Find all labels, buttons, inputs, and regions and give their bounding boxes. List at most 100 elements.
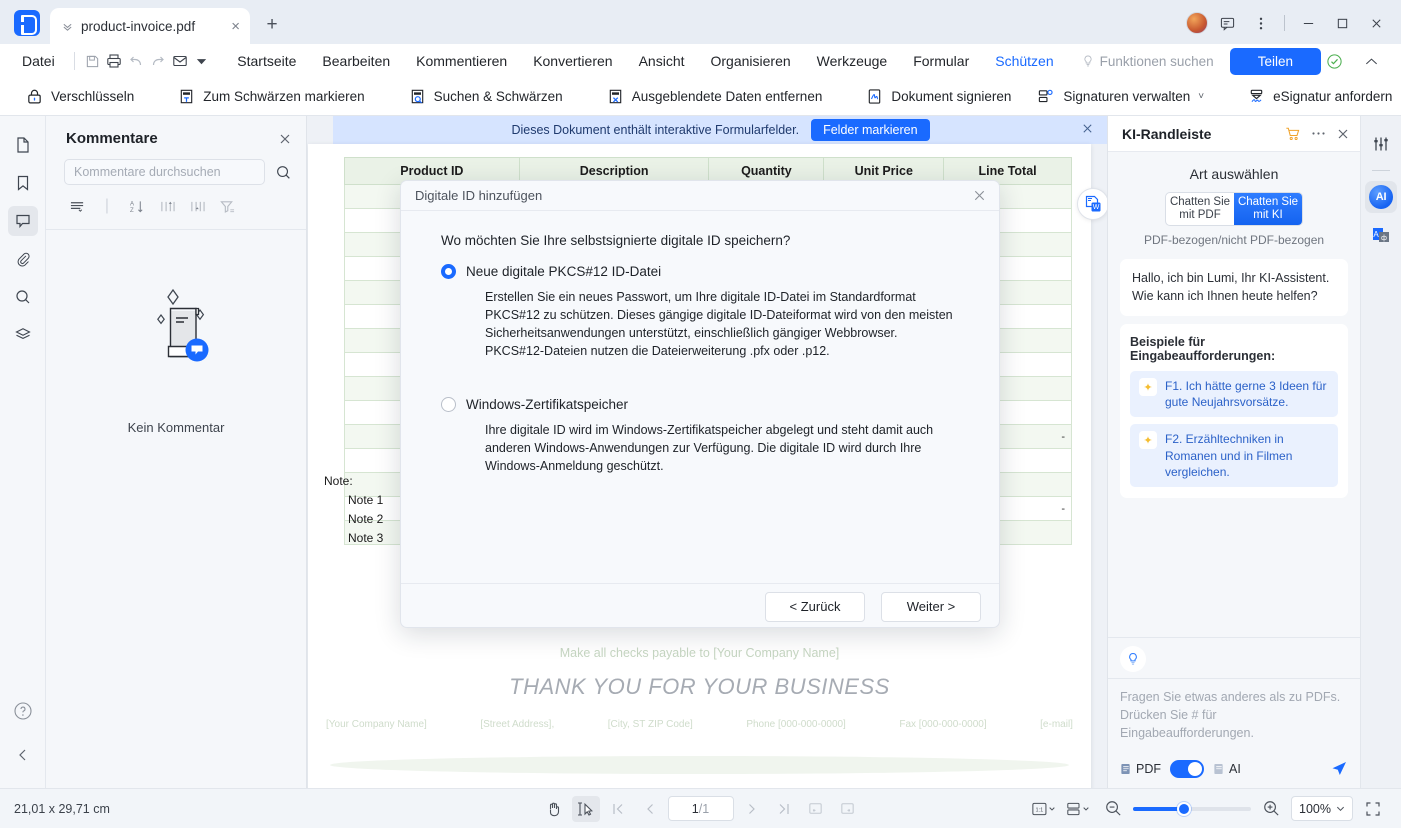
cloud-check-icon[interactable] xyxy=(1321,49,1348,73)
thumbnails-icon[interactable] xyxy=(8,130,38,160)
zoom-in-icon[interactable] xyxy=(1257,796,1285,822)
list-view-icon[interactable] xyxy=(64,195,90,217)
next-page-icon[interactable] xyxy=(738,796,766,822)
chip-pdf[interactable]: PDF xyxy=(1120,762,1161,776)
highlight-fields-button[interactable]: Felder markieren xyxy=(811,119,930,141)
menu-item-schuetzen[interactable]: Schützen xyxy=(982,48,1066,80)
ribbon-esignatur-anfordern[interactable]: eSignatur anfordern xyxy=(1236,83,1401,110)
sidebar-item-comments[interactable] xyxy=(7,206,38,236)
ribbon-dokument-signieren[interactable]: Dokument signieren xyxy=(854,83,1023,110)
page-number-input[interactable]: 1/1 xyxy=(667,796,734,821)
comments-close-icon[interactable] xyxy=(278,132,292,146)
maximize-icon[interactable] xyxy=(1327,10,1357,36)
page-layout-icon[interactable]: 1:1 xyxy=(1031,796,1059,822)
menu-item-startseite[interactable]: Startseite xyxy=(224,48,309,74)
menu-item-werkzeuge[interactable]: Werkzeuge xyxy=(804,48,901,74)
share-button[interactable]: Teilen xyxy=(1229,47,1321,75)
search-icon[interactable] xyxy=(275,164,292,181)
help-icon[interactable] xyxy=(8,696,38,726)
zoom-level-select[interactable]: 100% xyxy=(1291,796,1353,821)
fit-page-icon[interactable] xyxy=(802,796,830,822)
viewer-collapse-arrow[interactable] xyxy=(300,450,314,496)
close-icon[interactable] xyxy=(1361,10,1391,36)
dialog-close-icon[interactable] xyxy=(972,188,987,203)
chevron-down-icon[interactable] xyxy=(62,21,73,32)
feature-search[interactable]: Funktionen suchen xyxy=(1081,54,1214,69)
ai-assistant-icon[interactable]: AI xyxy=(1365,181,1397,213)
collapse-ribbon-icon[interactable] xyxy=(1358,49,1385,73)
select-tool-icon[interactable] xyxy=(571,795,600,822)
ribbon-verschluesseln[interactable]: Verschlüsseln xyxy=(14,83,146,110)
zoom-slider-knob[interactable] xyxy=(1177,801,1191,816)
avatar[interactable] xyxy=(1186,12,1208,34)
ribbon-suchen-schwaerzen[interactable]: Suchen & Schwärzen xyxy=(397,83,575,110)
zoom-slider[interactable] xyxy=(1133,801,1251,816)
menu-file[interactable]: Datei xyxy=(10,53,67,69)
radio-windows-cert-store[interactable] xyxy=(441,396,456,412)
ribbon-ausgeblendete-daten-entfernen[interactable]: Ausgeblendete Daten entfernen xyxy=(595,83,835,110)
filter-icon[interactable] xyxy=(214,195,240,217)
option-windows-cert-store[interactable]: Windows-Zertifikatspeicher xyxy=(441,396,959,412)
send-icon[interactable] xyxy=(1330,760,1348,778)
comments-search-input[interactable] xyxy=(64,159,265,185)
print-icon[interactable] xyxy=(103,49,125,73)
prev-page-icon[interactable] xyxy=(636,796,664,822)
bookmark-icon[interactable] xyxy=(8,168,38,198)
fullscreen-icon[interactable] xyxy=(1359,796,1387,822)
option-label[interactable]: Neue digitale PKCS#12 ID-Datei xyxy=(466,264,661,279)
pdf-ai-toggle[interactable] xyxy=(1170,760,1204,778)
last-page-icon[interactable] xyxy=(770,796,798,822)
mail-icon[interactable] xyxy=(169,49,191,73)
back-button[interactable]: < Zurück xyxy=(765,591,865,622)
undo-icon[interactable] xyxy=(125,49,147,73)
settings-sliders-icon[interactable] xyxy=(1365,128,1397,160)
tab-close-icon[interactable]: × xyxy=(231,19,240,34)
save-icon[interactable] xyxy=(82,49,104,73)
sort-desc-icon[interactable] xyxy=(184,195,210,217)
chip-ai[interactable]: AI xyxy=(1213,762,1241,776)
chevron-down-icon[interactable]: ˅ xyxy=(1198,91,1204,102)
prompt-item-2[interactable]: ✦ F2. Erzähltechniken in Romanen und in … xyxy=(1130,424,1338,487)
translate-icon[interactable]: Aф xyxy=(1365,219,1397,251)
fit-width-icon[interactable] xyxy=(834,796,862,822)
option-new-pkcs12[interactable]: Neue digitale PKCS#12 ID-Datei xyxy=(441,264,959,279)
ribbon-signaturen-verwalten[interactable]: Signaturen verwalten ˅ xyxy=(1025,83,1216,110)
lightbulb-icon[interactable] xyxy=(1120,645,1146,672)
radio-new-pkcs12[interactable] xyxy=(441,264,456,279)
more-icon[interactable] xyxy=(1246,10,1276,36)
sort-az-icon[interactable]: AZ xyxy=(124,195,150,217)
minimize-icon[interactable] xyxy=(1293,10,1323,36)
feedback-icon[interactable] xyxy=(1212,10,1242,36)
document-tab[interactable]: product-invoice.pdf × xyxy=(50,8,250,44)
prompt-item-1[interactable]: ✦ F1. Ich hätte gerne 3 Ideen für gute N… xyxy=(1130,371,1338,418)
menu-item-formular[interactable]: Formular xyxy=(900,48,982,74)
close-icon[interactable] xyxy=(1336,127,1350,141)
first-page-icon[interactable] xyxy=(604,796,632,822)
zoom-out-icon[interactable] xyxy=(1099,796,1127,822)
dropdown-icon[interactable] xyxy=(190,49,212,73)
menu-item-konvertieren[interactable]: Konvertieren xyxy=(520,48,625,74)
collapse-panel-icon[interactable] xyxy=(8,740,38,770)
scroll-mode-icon[interactable] xyxy=(1065,796,1093,822)
convert-to-word-icon[interactable]: W xyxy=(1077,188,1107,220)
menu-item-ansicht[interactable]: Ansicht xyxy=(626,48,698,74)
attachment-icon[interactable] xyxy=(8,244,38,274)
hand-tool-icon[interactable] xyxy=(540,796,568,822)
layers-icon[interactable] xyxy=(8,320,38,350)
tab-chat-with-pdf[interactable]: Chatten Sie mit PDF xyxy=(1166,193,1234,225)
menu-item-bearbeiten[interactable]: Bearbeiten xyxy=(309,48,403,74)
menu-item-organisieren[interactable]: Organisieren xyxy=(698,48,804,74)
search-icon[interactable] xyxy=(8,282,38,312)
option-label[interactable]: Windows-Zertifikatspeicher xyxy=(466,397,628,412)
redo-icon[interactable] xyxy=(147,49,169,73)
new-tab-button[interactable]: + xyxy=(258,11,286,39)
next-button[interactable]: Weiter > xyxy=(881,591,981,622)
ai-input-area[interactable]: Fragen Sie etwas anderes als zu PDFs. Dr… xyxy=(1108,677,1360,788)
tab-chat-with-ai[interactable]: Chatten Sie mit KI xyxy=(1234,193,1302,225)
ribbon-zum-schwaerzen-markieren[interactable]: Zum Schwärzen markieren xyxy=(166,83,376,110)
cart-icon[interactable] xyxy=(1285,126,1301,142)
sort-asc-icon[interactable] xyxy=(154,195,180,217)
more-icon[interactable] xyxy=(1311,131,1326,136)
banner-close-icon[interactable] xyxy=(1081,122,1094,135)
menu-item-kommentieren[interactable]: Kommentieren xyxy=(403,48,520,74)
